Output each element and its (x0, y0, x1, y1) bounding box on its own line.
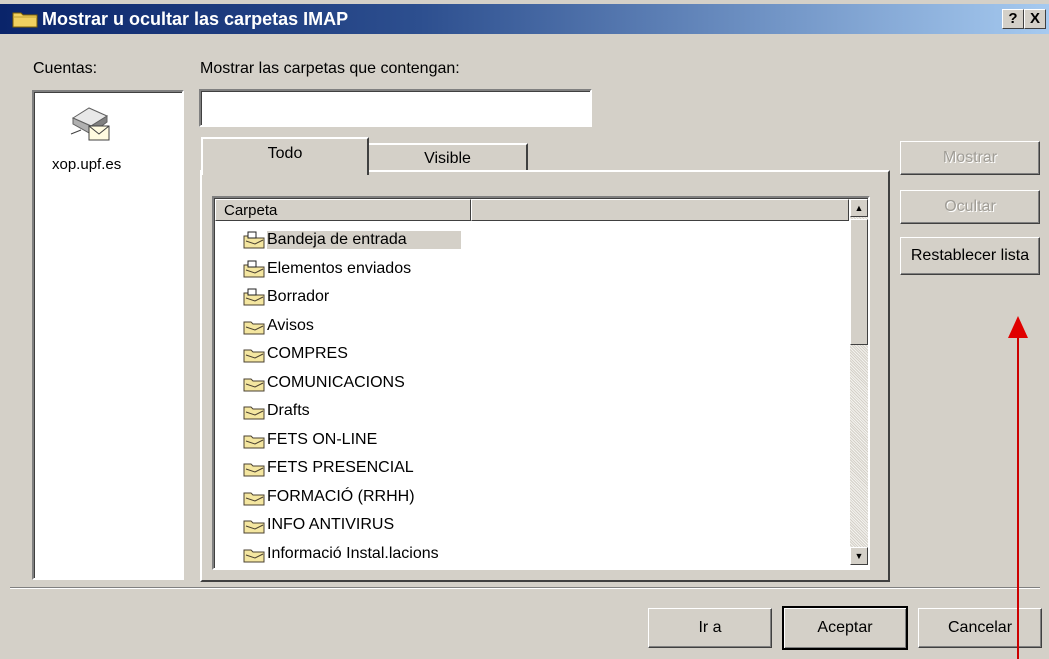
scroll-up-button[interactable]: ▲ (850, 199, 868, 217)
folder-row[interactable]: FETS ON-LINE (242, 426, 842, 455)
folder-row[interactable]: Informació Instal.lacions (242, 540, 842, 569)
folder-row[interactable]: Bandeja de entrada (242, 226, 842, 255)
help-button[interactable]: ? (1002, 9, 1024, 29)
folder-name: Drafts (267, 402, 310, 420)
folder-icon (243, 349, 265, 363)
folder-icon (243, 520, 265, 534)
folder-name: Avisos (267, 316, 314, 334)
folder-name: INFO ANTIVIRUS (267, 516, 395, 534)
drafts-folder-icon (243, 288, 265, 306)
accounts-label: Cuentas: (33, 60, 98, 77)
folder-name: COMUNICACIONS (267, 373, 405, 391)
folder-icon (243, 406, 265, 420)
account-name: xop.upf.es (52, 156, 122, 173)
scroll-thumb[interactable] (850, 219, 868, 345)
vertical-scrollbar[interactable]: ▲ ▼ (850, 199, 868, 565)
mail-server-icon (70, 107, 110, 141)
folder-row[interactable]: COMPRES (242, 340, 842, 369)
column-header-blank (471, 199, 849, 221)
annotation-arrow-line (1017, 336, 1019, 659)
filter-input[interactable] (199, 89, 592, 127)
tab-todo[interactable]: Todo (201, 137, 369, 175)
folder-row[interactable]: FETS PRESENCIAL (242, 454, 842, 483)
sent-folder-icon (243, 260, 265, 278)
close-button[interactable]: X (1024, 9, 1046, 29)
folder-name: COMPRES (267, 345, 348, 363)
folder-icon (243, 492, 265, 506)
folder-row[interactable]: Avisos (242, 312, 842, 341)
window-title: Mostrar u ocultar las carpetas IMAP (42, 9, 349, 29)
folder-icon (243, 463, 265, 477)
folder-icon (243, 435, 265, 449)
tab-visible[interactable]: Visible (367, 143, 528, 172)
folder-row[interactable]: INFO ANTIVIRUS (242, 511, 842, 540)
title-bar[interactable]: Mostrar u ocultar las carpetas IMAP ? X (0, 4, 1049, 34)
folder-name: Bandeja de entrada (267, 231, 461, 250)
reset-list-button[interactable]: Restablecer lista (900, 237, 1040, 275)
folder-name: Elementos enviados (267, 259, 412, 277)
folder-row[interactable]: FORMACIÓ (RRHH) (242, 483, 842, 512)
tab-panel: Carpeta Bandeja de entrada Elementos envi… (200, 170, 890, 582)
cancel-button[interactable]: Cancelar (918, 608, 1042, 648)
column-header-folder[interactable]: Carpeta (215, 199, 471, 221)
show-button[interactable]: Mostrar (900, 141, 1040, 175)
folder-name: FETS ON-LINE (267, 430, 378, 448)
folder-row[interactable]: COMUNICACIONS (242, 369, 842, 398)
filter-label: Mostrar las carpetas que contengan: (200, 60, 460, 77)
imap-folders-dialog: Mostrar u ocultar las carpetas IMAP ? X … (0, 0, 1049, 659)
scroll-down-button[interactable]: ▼ (850, 547, 868, 565)
separator (10, 587, 1040, 589)
folder-icon (243, 321, 265, 335)
folder-row[interactable]: Borrador (242, 283, 842, 312)
ok-button[interactable]: Aceptar (782, 606, 908, 650)
goto-button[interactable]: Ir a (648, 608, 772, 648)
inbox-folder-icon (243, 231, 265, 249)
folder-row[interactable]: Drafts (242, 397, 842, 426)
folder-row[interactable]: Elementos enviados (242, 255, 842, 284)
folder-name: Borrador (267, 288, 330, 306)
folder-icon (12, 12, 38, 28)
folder-rows: Bandeja de entrada Elementos enviados Borr… (242, 226, 842, 568)
folder-list[interactable]: Carpeta Bandeja de entrada Elementos envi… (212, 196, 870, 570)
folder-name: FETS PRESENCIAL (267, 459, 414, 477)
folder-icon (243, 549, 265, 563)
tab-label: Todo (267, 145, 303, 162)
folder-name: FORMACIÓ (RRHH) (267, 487, 415, 505)
accounts-list[interactable]: xop.upf.es (32, 90, 184, 580)
annotation-arrow-icon (1008, 316, 1028, 338)
hide-button[interactable]: Ocultar (900, 190, 1040, 224)
folder-name: Informació Instal.lacions (267, 544, 439, 562)
tab-label: Visible (424, 150, 471, 167)
folder-icon (243, 378, 265, 392)
